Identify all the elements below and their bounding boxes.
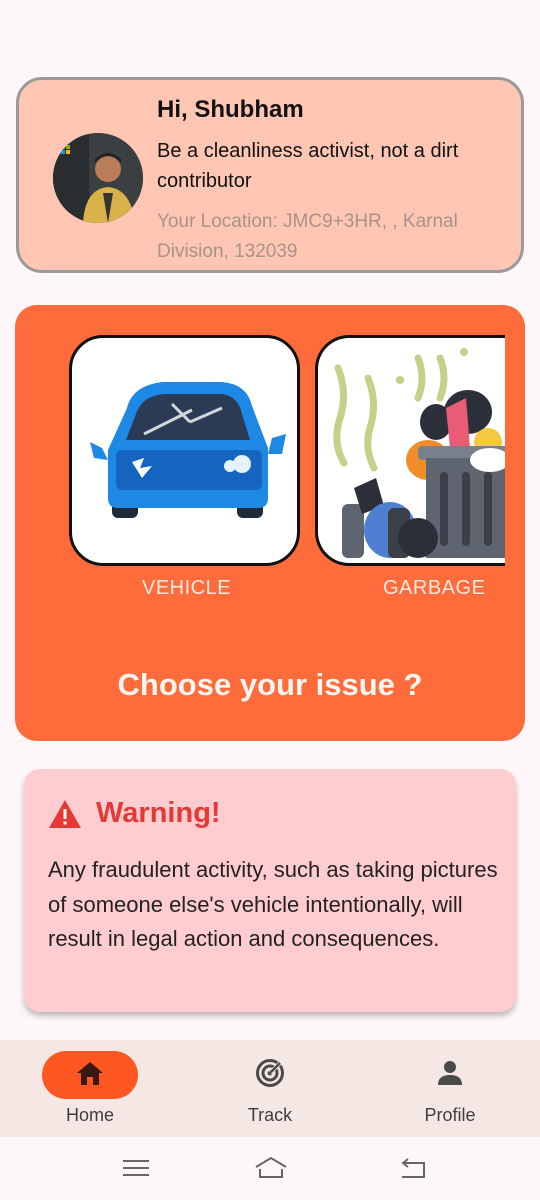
avatar[interactable] — [53, 133, 143, 223]
vehicle-label: VEHICLE — [142, 577, 232, 599]
tagline-text: Be a cleanliness activist, not a dirt co… — [157, 140, 459, 192]
damaged-car-icon — [90, 382, 286, 518]
person-icon — [438, 1061, 462, 1085]
nav-item-track[interactable]: Track — [210, 1040, 330, 1137]
issue-panel: VEHICLE GARBAGE Choose your issue ? — [15, 305, 525, 741]
garbage-label: GARBAGE — [383, 577, 486, 599]
back-icon[interactable] — [398, 1155, 428, 1181]
garbage-issue-card[interactable] — [315, 335, 505, 566]
location-text: Your Location: JMC9+3HR, , Karnal Divisi… — [157, 211, 458, 262]
menu-icon[interactable] — [121, 1155, 151, 1181]
warning-title: Warning! — [96, 797, 221, 829]
vehicle-issue-card[interactable] — [69, 335, 300, 566]
home-outline-icon[interactable] — [253, 1155, 289, 1181]
warning-triangle-icon — [49, 800, 81, 828]
garbage-bin-icon — [333, 348, 505, 558]
warning-text: Any fraudulent activity, such as taking … — [48, 857, 498, 951]
profile-card: Hi, Shubham Be a cleanliness activist, n… — [16, 77, 524, 273]
greeting-text: Hi, Shubham — [157, 96, 304, 123]
warning-card: Warning! Any fraudulent activity, such a… — [24, 769, 516, 1012]
system-nav-bar — [0, 1137, 540, 1200]
nav-item-profile[interactable]: Profile — [390, 1040, 510, 1137]
nav-label-home: Home — [65, 1105, 114, 1125]
nav-item-home[interactable]: Home — [30, 1040, 150, 1137]
home-icon — [77, 1062, 103, 1085]
nav-label-profile: Profile — [424, 1105, 476, 1125]
choose-issue-title: Choose your issue ? — [117, 667, 423, 702]
nav-label-track: Track — [247, 1105, 293, 1125]
bottom-nav: Home Track Profile — [0, 1040, 540, 1137]
radar-icon — [256, 1059, 284, 1087]
